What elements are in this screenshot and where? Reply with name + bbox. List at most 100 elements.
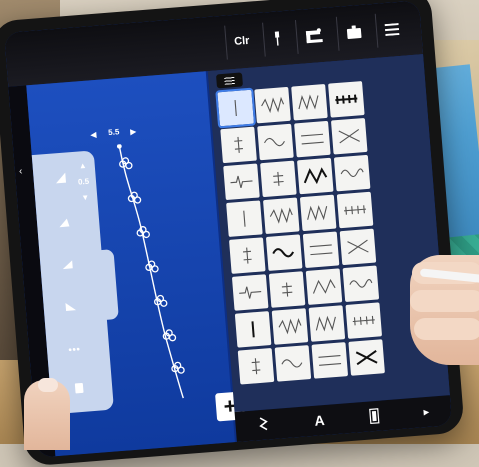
stitch-pattern-icon (315, 315, 336, 332)
stitch-cell[interactable] (311, 342, 349, 379)
stitch-grid (215, 81, 385, 385)
stitch-pattern-icon (261, 96, 285, 114)
tablet-mode-icon (346, 25, 362, 39)
more-button[interactable]: ▸ (423, 406, 429, 417)
stitch-cell[interactable] (215, 87, 257, 129)
stitch-cell[interactable] (237, 347, 275, 385)
stitch-pattern-icon (338, 128, 360, 144)
stitch-cell[interactable] (302, 231, 340, 269)
stitch-pattern-icon (272, 248, 295, 258)
stitch-pattern-icon (242, 247, 252, 264)
stitch-cell[interactable] (294, 120, 331, 158)
delete-icon[interactable] (72, 380, 87, 395)
stitch-pattern-icon (239, 286, 262, 299)
stitch-cell[interactable] (274, 345, 312, 382)
stitch-icon (259, 417, 269, 431)
presser-foot-button[interactable] (294, 17, 333, 55)
menu-button[interactable] (374, 11, 409, 48)
stitch-category-tab[interactable] (215, 72, 244, 89)
stitch-pattern-icon (273, 171, 284, 186)
stitch-cell[interactable] (345, 302, 383, 339)
stitch-cell[interactable] (271, 308, 309, 345)
length-decrease-icon[interactable]: ▼ (81, 193, 90, 203)
stitch-cell[interactable] (342, 265, 380, 303)
length-icon[interactable] (57, 214, 72, 229)
stitch-pattern-icon (234, 136, 243, 153)
stitch-pattern-icon (264, 137, 285, 147)
stitch-cell[interactable] (330, 117, 368, 155)
stitch-cell[interactable] (231, 274, 269, 311)
tablet-screen: Clr ‹ ◀ 5.5 ▶ ▲ 0.5 ▼ + A ▸ (4, 0, 453, 458)
stitch-cell[interactable] (226, 200, 263, 237)
stitch-pattern-icon (251, 358, 261, 375)
more-icon: ▸ (423, 406, 430, 418)
stitch-mode-button[interactable] (257, 416, 270, 433)
stitch-pattern-icon (234, 100, 237, 117)
stitch-cell[interactable] (336, 191, 374, 229)
width-value: 5.5 (107, 127, 120, 138)
stitch-pattern-icon (318, 355, 342, 366)
stitch-selection-panel (207, 54, 450, 413)
stitch-pattern-icon (349, 279, 373, 288)
stitch-pattern-icon (340, 168, 364, 178)
stitch-pattern-icon (303, 167, 328, 185)
balance-icon[interactable] (63, 298, 78, 313)
stitch-cell[interactable] (291, 83, 328, 121)
needle-icon (274, 31, 280, 46)
stitch-pattern-icon (230, 175, 253, 188)
stitch-cell[interactable] (296, 157, 334, 195)
stitch-cell[interactable] (305, 268, 343, 305)
stitch-pattern-icon (281, 359, 303, 368)
stitch-pattern-icon (269, 207, 293, 224)
stitch-cell[interactable] (328, 81, 365, 118)
stitch-cell[interactable] (254, 86, 291, 124)
stitch-preview (116, 143, 185, 399)
stitch-pattern-icon (355, 349, 378, 366)
stitch-cell[interactable] (333, 154, 371, 192)
right-finger-bottom (414, 318, 479, 340)
stitch-cell[interactable] (348, 339, 385, 376)
buttonhole-button[interactable] (368, 408, 380, 425)
width-increase-icon[interactable]: ▶ (130, 127, 137, 136)
mirror-icon[interactable] (60, 256, 75, 271)
stitch-pattern-icon (352, 315, 375, 326)
stitch-pattern-icon (298, 94, 319, 111)
stitch-cell[interactable] (229, 237, 266, 274)
stitch-cell[interactable] (268, 271, 306, 308)
clear-label: Clr (233, 34, 250, 48)
stitch-pattern-icon (281, 282, 293, 297)
stitch-cell[interactable] (223, 163, 260, 201)
needle-button[interactable] (262, 20, 292, 57)
stitch-pattern-icon (251, 321, 255, 338)
stitch-pattern-icon (278, 318, 302, 335)
sewing-machine-icon (305, 28, 323, 44)
stitch-cell[interactable] (257, 123, 294, 161)
alphabet-button[interactable]: A (314, 412, 325, 429)
stitch-cell[interactable] (220, 126, 257, 164)
length-value: 0.5 (77, 176, 90, 187)
clear-button[interactable]: Clr (223, 23, 259, 60)
right-finger-middle (410, 290, 479, 312)
back-arrow-icon[interactable]: ‹ (19, 166, 23, 177)
stitch-pattern-icon (347, 239, 369, 255)
stitch-category-icon (224, 76, 235, 85)
stitch-cell[interactable] (339, 228, 377, 266)
alphabet-icon: A (313, 412, 326, 429)
width-decrease-icon[interactable]: ◀ (90, 130, 97, 139)
length-increase-icon[interactable]: ▲ (78, 161, 87, 171)
more-options-icon[interactable] (67, 342, 82, 357)
machine-mode-button[interactable] (335, 14, 372, 51)
stitch-cell[interactable] (308, 305, 346, 342)
stitch-cell[interactable] (263, 197, 300, 235)
stitch-pattern-icon (344, 205, 367, 215)
stitch-cell[interactable] (260, 160, 297, 198)
stitch-pattern-icon (309, 244, 333, 256)
stitch-pattern-icon (243, 210, 246, 227)
stitch-cell[interactable] (234, 311, 272, 348)
left-thumbnail (38, 378, 58, 392)
buttonhole-icon (368, 408, 380, 425)
stitch-cell[interactable] (299, 194, 337, 232)
width-icon[interactable] (53, 170, 68, 185)
stitch-cell[interactable] (265, 234, 303, 271)
needle-position-marker (116, 143, 122, 149)
